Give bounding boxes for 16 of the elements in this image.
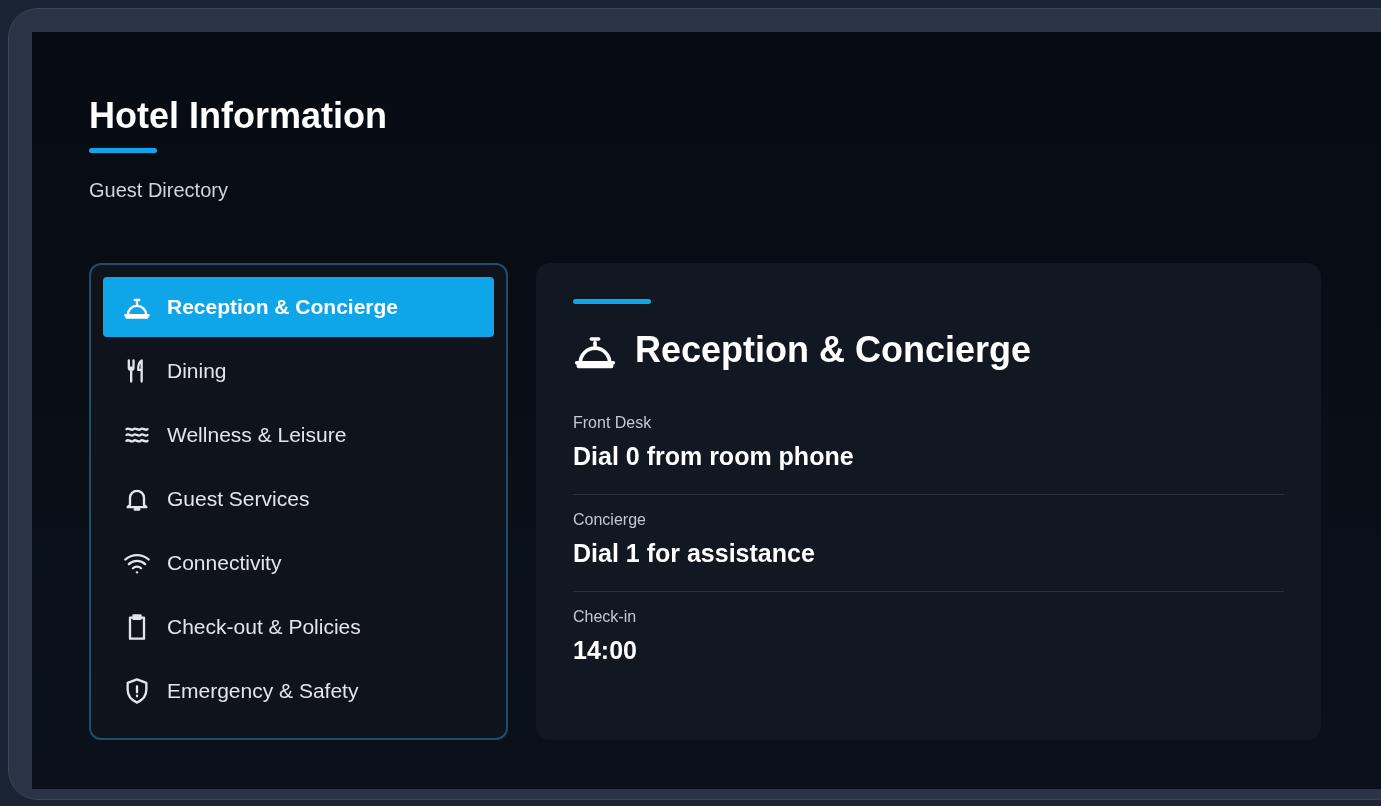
menu-item[interactable]: Connectivity xyxy=(103,533,494,593)
menu-item[interactable]: Emergency & Safety xyxy=(103,661,494,721)
info-value: 14:00 xyxy=(573,635,638,666)
menu-item[interactable]: Guest Services xyxy=(103,469,494,529)
menu-item[interactable]: Wellness & Leisure xyxy=(103,405,494,465)
info-label: Check-in xyxy=(573,607,638,627)
info-label: Front Desk xyxy=(573,413,653,433)
info-value: Dial 0 from room phone xyxy=(573,441,855,472)
menu-item[interactable]: Check-out & Policies xyxy=(103,597,494,657)
section-title: Reception & Concierge xyxy=(635,328,1032,372)
page-subtitle: Guest Directory xyxy=(89,178,229,203)
title-underline xyxy=(89,148,157,153)
info-value: Dial 1 for assistance xyxy=(573,538,816,569)
page-title: Hotel Information xyxy=(89,94,388,138)
info-label: Concierge xyxy=(573,510,647,530)
menu-item[interactable]: Dining xyxy=(103,341,494,401)
